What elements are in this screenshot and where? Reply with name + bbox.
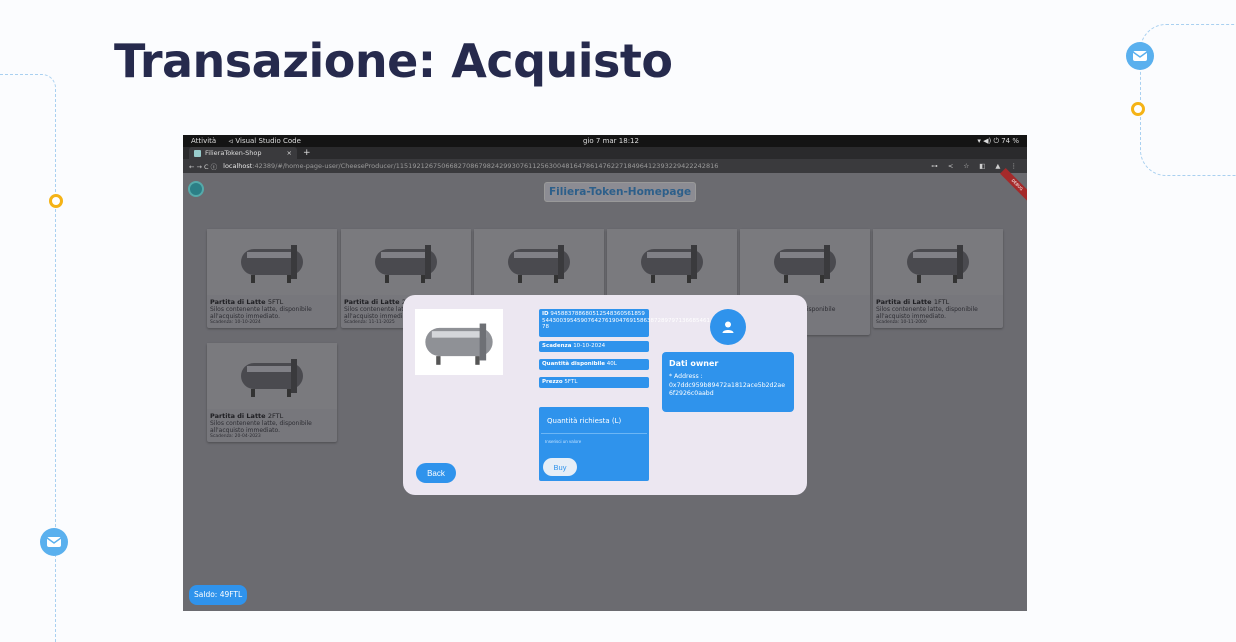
id-value: 945883788680512548360561859 544300395459…	[542, 311, 710, 330]
prezzo-label: Prezzo	[542, 379, 563, 385]
back-button[interactable]: Back	[416, 463, 456, 483]
divider	[541, 433, 647, 434]
product-card[interactable]: Partita di Latte 1FTL Silos contenente l…	[873, 229, 1003, 328]
card-description: disponibile	[803, 306, 836, 313]
card-expiry: Scadenza: 20-04-2023	[210, 434, 261, 439]
homepage-button[interactable]: Filiera-Token-Homepage	[544, 182, 697, 202]
url-path: :42389/#/home-page-user/CheeseProducer/1…	[252, 162, 719, 170]
close-tab-icon[interactable]: ×	[287, 149, 292, 157]
url-host: localhost	[223, 162, 253, 170]
product-card[interactable]: Partita di Latte 5FTL Silos contenente l…	[207, 229, 337, 328]
card-description: Silos contenente latte, disponibile all'…	[210, 420, 312, 434]
owner-card: Dati owner * Address : 0x7ddc959b89472a1…	[662, 352, 794, 412]
clock[interactable]: gio 7 mar 18:12	[583, 137, 639, 145]
debug-ribbon: DEBUG	[1000, 168, 1027, 202]
card-description: Silos contenente latte, disponibile all'…	[876, 306, 978, 320]
user-avatar-icon	[710, 309, 746, 345]
flutter-app: Filiera-Token-Homepage DEBUG Partita di …	[183, 168, 1027, 611]
card-description: Silos contenente latte, disponibile all'…	[210, 306, 312, 320]
new-tab-button[interactable]: +	[303, 148, 311, 158]
tank-image	[207, 229, 337, 295]
url-field[interactable]: localhost:42389/#/home-page-user/CheeseP…	[223, 162, 783, 170]
quantity-request-label: Quantità richiesta (L)	[547, 417, 622, 425]
mail-icon	[1126, 42, 1154, 70]
quantity-request-panel: Quantità richiesta (L) Buy	[539, 407, 649, 481]
prezzo-value: 5FTL	[564, 379, 578, 385]
ring-icon	[1131, 102, 1145, 116]
app-name[interactable]: ⏿ Visual Studio Code	[228, 137, 301, 146]
card-title: Partita di Latte	[344, 298, 400, 306]
purchase-dialog: ID 945883788680512548360561859 544300395…	[403, 295, 807, 495]
scadenza-value: 10-10-2024	[573, 343, 606, 349]
app-logo[interactable]	[188, 181, 204, 197]
quantita-label: Quantità disponibile	[542, 361, 606, 367]
ring-icon	[49, 194, 63, 208]
card-expiry: Scadenza: 10-11-2000	[876, 320, 927, 325]
tank-image	[341, 229, 471, 295]
slide: Transazione: Acquisto Attività ⏿ Visual …	[0, 0, 1236, 642]
activities-label[interactable]: Attività	[191, 137, 216, 145]
slide-title: Transazione: Acquisto	[114, 34, 673, 88]
nav-buttons[interactable]: ← → C ⓘ	[189, 161, 217, 171]
system-status[interactable]: ▾ ◀) ⏻ 74 %	[977, 137, 1019, 146]
quantita-value: 40L	[606, 361, 617, 367]
card-price: 5FTL	[267, 298, 284, 306]
embedded-screenshot: Attività ⏿ Visual Studio Code gio 7 mar …	[183, 135, 1027, 611]
scadenza-chip: Scadenza 10-10-2024	[539, 341, 649, 352]
decorative-line-left	[0, 74, 56, 642]
scadenza-label: Scadenza	[542, 343, 572, 349]
id-chip: ID 945883788680512548360561859 544300395…	[539, 309, 710, 337]
tank-image	[607, 229, 737, 295]
id-label: ID	[542, 311, 549, 317]
quantita-chip: Quantità disponibile 40L	[539, 359, 649, 370]
card-price: 1FTL	[933, 298, 950, 306]
card-price: 2FTL	[267, 412, 284, 420]
card-title: Partita di Latte	[210, 298, 266, 306]
decorative-line-right	[1140, 24, 1236, 176]
address-bar: ← → C ⓘ localhost:42389/#/home-page-user…	[183, 159, 1027, 173]
browser-tab[interactable]: FilieraToken-Shop ×	[189, 147, 297, 159]
browser-toolbar-icons[interactable]: ⊶ < ☆ ◧ ▲ ⋮	[931, 162, 1021, 170]
prezzo-chip: Prezzo 5FTL	[539, 377, 649, 388]
browser-tab-bar: FilieraToken-Shop × +	[183, 147, 1027, 159]
tank-image	[740, 229, 870, 295]
tab-title: FilieraToken-Shop	[205, 149, 262, 157]
owner-address: 0x7ddc959b89472a1812ace5b2d2ae6f2926c0aa…	[669, 381, 786, 398]
tank-image	[873, 229, 1003, 295]
buy-button[interactable]: Buy	[543, 458, 577, 476]
mail-icon	[40, 528, 68, 556]
card-title: Partita di Latte	[876, 298, 932, 306]
product-image	[415, 309, 503, 375]
balance-badge[interactable]: Saldo: 49FTL	[189, 585, 248, 605]
tank-image	[474, 229, 604, 295]
owner-title: Dati owner	[669, 359, 719, 368]
quantity-input[interactable]	[545, 439, 641, 444]
os-top-bar: Attività ⏿ Visual Studio Code gio 7 mar …	[183, 135, 1027, 147]
owner-address-label: * Address :	[669, 373, 703, 380]
favicon-icon	[194, 149, 201, 157]
card-title: Partita di Latte	[210, 412, 266, 420]
product-card[interactable]: Partita di Latte 2FTL Silos contenente l…	[207, 343, 337, 442]
tank-image	[207, 343, 337, 409]
card-expiry: Scadenza: 10-10-2024	[210, 320, 261, 325]
